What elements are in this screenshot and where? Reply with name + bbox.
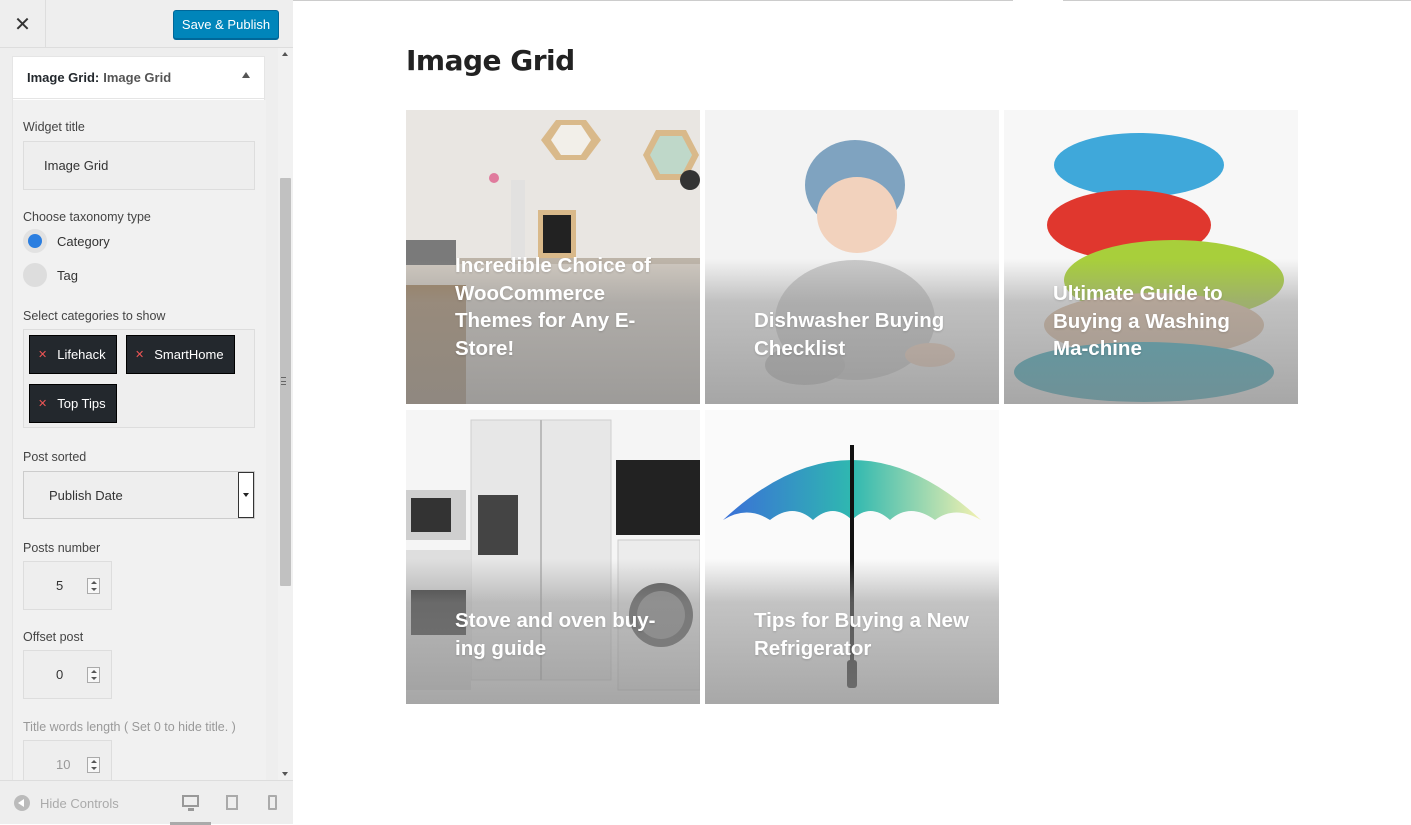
- card-title: Ultimate Guide to Buying a Washing Ma-ch…: [1053, 282, 1230, 360]
- card-title: Dishwasher Buying Checklist: [754, 309, 945, 360]
- panel-scrollbar[interactable]: [278, 48, 293, 780]
- category-chip-smarthome[interactable]: ✕ SmartHome: [126, 335, 235, 374]
- grid-card-dishwasher[interactable]: Dishwasher Buying Checklist: [705, 110, 999, 404]
- chip-label: Top Tips: [57, 396, 106, 411]
- scroll-down-icon[interactable]: [282, 772, 288, 776]
- category-chip-top-tips[interactable]: ✕ Top Tips: [29, 384, 117, 423]
- title-words-value: 10: [56, 757, 71, 772]
- chip-label: SmartHome: [154, 347, 224, 362]
- widget-title-label: Widget title: [23, 120, 85, 134]
- number-stepper-icon[interactable]: [87, 578, 100, 594]
- chevron-down-icon[interactable]: [238, 472, 254, 518]
- widget-header[interactable]: Image Grid: Image Grid: [13, 57, 264, 99]
- tablet-icon[interactable]: [226, 795, 238, 810]
- save-publish-button[interactable]: Save & Publish: [173, 10, 279, 39]
- radio-tag[interactable]: Tag: [23, 263, 78, 287]
- category-chip-lifehack[interactable]: ✕ Lifehack: [29, 335, 117, 374]
- triangle-up-icon[interactable]: [242, 72, 250, 78]
- offset-post-input[interactable]: 0: [23, 650, 112, 699]
- divider: [1063, 0, 1411, 1]
- grip-icon: [281, 377, 286, 385]
- radio-category[interactable]: Category: [23, 229, 110, 253]
- card-title: Stove and oven buy-ing guide: [455, 609, 656, 660]
- grid-heading: Image Grid: [406, 44, 575, 77]
- posts-number-label: Posts number: [23, 541, 101, 555]
- radio-category-label: Category: [57, 233, 110, 249]
- hide-controls-label: Hide Controls: [40, 795, 119, 811]
- title-words-label: Title words length ( Set 0 to hide title…: [23, 720, 236, 734]
- widget-title-input[interactable]: Image Grid: [23, 141, 255, 190]
- title-words-input[interactable]: 10: [23, 740, 112, 780]
- grid-card-stove-oven[interactable]: Stove and oven buy-ing guide: [406, 410, 700, 704]
- grid-card-woocommerce[interactable]: Incredible Choice of WooCommerce Themes …: [406, 110, 700, 404]
- number-stepper-icon[interactable]: [87, 757, 100, 773]
- hide-controls-button[interactable]: Hide Controls: [14, 795, 119, 811]
- categories-label: Select categories to show: [23, 309, 166, 323]
- desktop-icon[interactable]: [182, 795, 199, 811]
- customizer-header: ✕ Save & Publish: [0, 0, 293, 48]
- remove-icon[interactable]: ✕: [135, 348, 144, 361]
- offset-post-value: 0: [56, 667, 64, 682]
- offset-post-label: Offset post: [23, 630, 84, 644]
- customizer-sidebar: ✕ Save & Publish Image Grid: Image Grid …: [0, 0, 293, 825]
- post-sorted-value: Publish Date: [49, 487, 123, 503]
- customizer-footer: Hide Controls: [0, 780, 293, 825]
- remove-icon[interactable]: ✕: [38, 348, 47, 361]
- collapse-icon: [14, 795, 30, 811]
- card-title: Incredible Choice of WooCommerce Themes …: [455, 254, 651, 360]
- chip-label: Lifehack: [57, 347, 106, 362]
- grid-card-refrigerator[interactable]: Tips for Buying a New Refrigerator: [705, 410, 999, 704]
- widget-title-name: Image Grid: [103, 70, 172, 85]
- post-sorted-label: Post sorted: [23, 450, 87, 464]
- card-title: Tips for Buying a New Refrigerator: [754, 609, 969, 660]
- divider: [293, 0, 1013, 1]
- radio-button[interactable]: [23, 229, 47, 253]
- close-icon: ✕: [14, 13, 31, 36]
- grid-card-washing-machine[interactable]: Ultimate Guide to Buying a Washing Ma-ch…: [1004, 110, 1298, 404]
- categories-select[interactable]: ✕ Lifehack ✕ SmartHome ✕ Top Tips: [23, 329, 255, 428]
- controls-panel[interactable]: Image Grid: Image Grid Widget title Imag…: [0, 48, 278, 780]
- image-grid-widget: Image Grid: Image Grid Widget title Imag…: [12, 56, 266, 780]
- post-sorted-select[interactable]: Publish Date: [23, 471, 255, 519]
- radio-tag-label: Tag: [57, 267, 78, 283]
- site-preview: Image Grid Incredible Choice of WooComme…: [293, 0, 1411, 824]
- mobile-icon[interactable]: [268, 795, 277, 810]
- widget-body: Widget title Image Grid Choose taxonomy …: [13, 100, 266, 780]
- close-button[interactable]: ✕: [0, 0, 46, 48]
- posts-number-input[interactable]: 5: [23, 561, 112, 610]
- taxonomy-label: Choose taxonomy type: [23, 210, 151, 224]
- widget-title-prefix: Image Grid:: [27, 70, 100, 85]
- remove-icon[interactable]: ✕: [38, 397, 47, 410]
- number-stepper-icon[interactable]: [87, 667, 100, 683]
- posts-number-value: 5: [56, 578, 64, 593]
- radio-button[interactable]: [23, 263, 47, 287]
- scroll-up-icon[interactable]: [282, 52, 288, 56]
